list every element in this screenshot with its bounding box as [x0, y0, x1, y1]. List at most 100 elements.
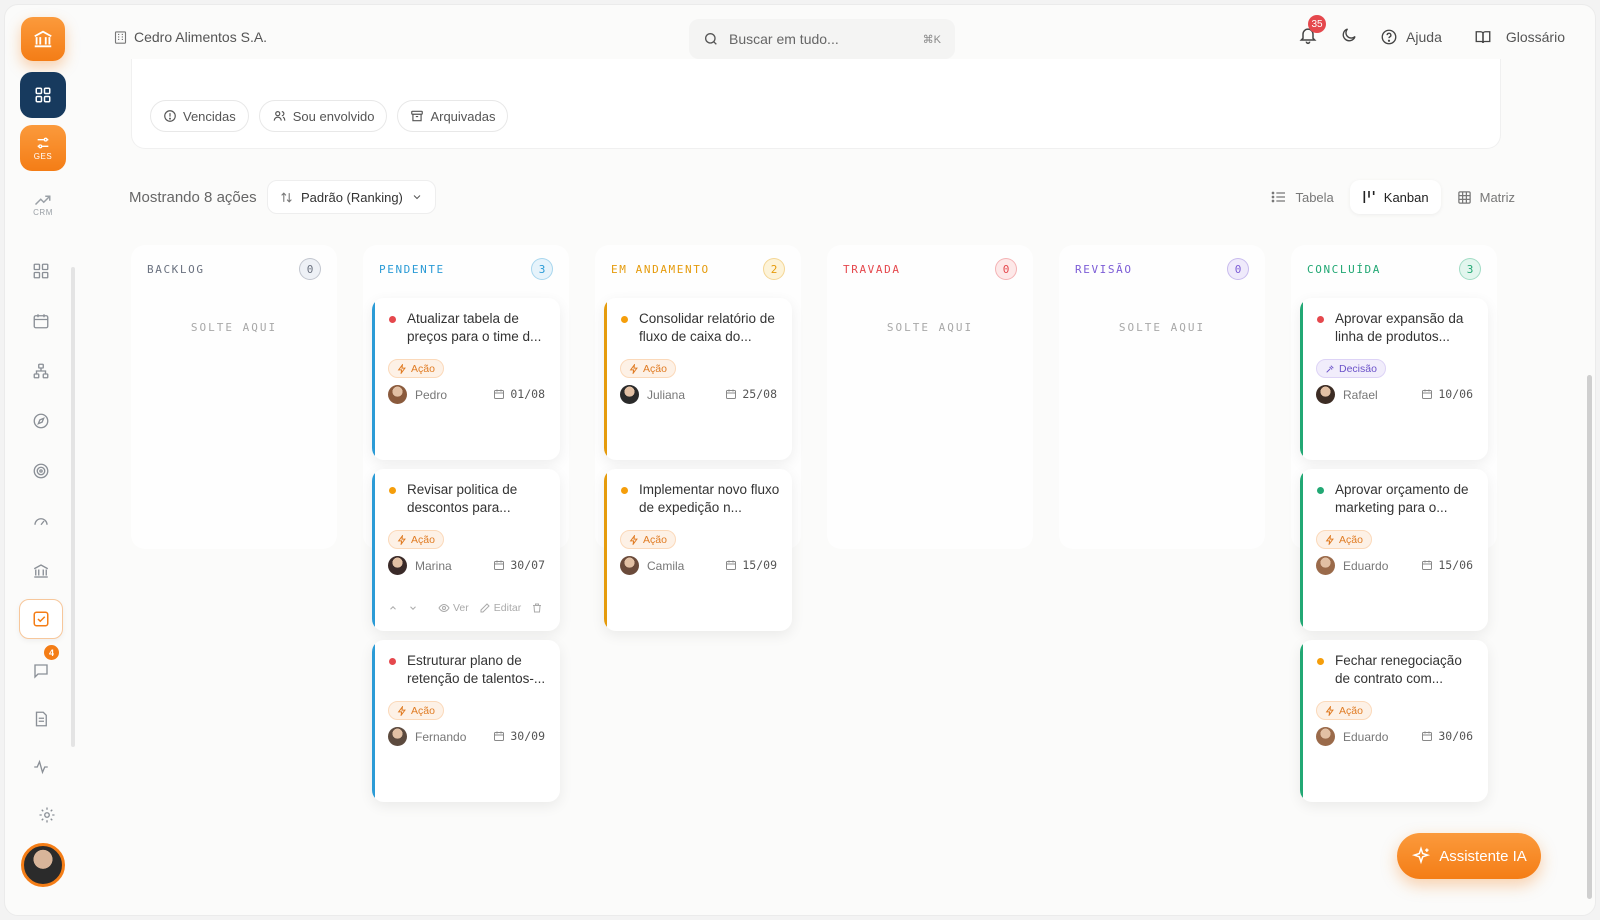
owner-name: Fernando [415, 729, 467, 744]
filter-chip-overdue[interactable]: Vencidas [150, 100, 249, 132]
card-title: Fechar renegociação de contrato com... [1335, 653, 1462, 686]
priority-dot [389, 658, 396, 665]
sidebar-item-indicators[interactable] [19, 501, 63, 541]
card-owner: Eduardo [1316, 727, 1388, 746]
move-up-button[interactable] [388, 603, 398, 613]
ges-module-button[interactable]: GES [20, 125, 66, 171]
owner-name: Juliana [647, 387, 686, 402]
view-table-button[interactable]: Tabela [1259, 180, 1345, 214]
help-link[interactable]: Ajuda [1380, 28, 1442, 46]
calendar-icon [1422, 731, 1433, 741]
theme-toggle[interactable] [1340, 26, 1358, 47]
filter-chip-archived[interactable]: Arquivadas [397, 100, 509, 132]
sidebar-item-calendar[interactable] [19, 301, 63, 341]
kanban-card[interactable]: Fechar renegociação de contrato com... Aç… [1300, 640, 1488, 802]
chevron-down-icon [413, 195, 421, 200]
sidebar-item-actions[interactable] [19, 599, 63, 639]
move-down-button[interactable] [408, 603, 418, 613]
column-count-badge: 3 [531, 258, 553, 280]
sparkles-icon [1412, 846, 1431, 865]
sidebar-item-documents[interactable] [19, 699, 63, 739]
owner-avatar [1316, 556, 1335, 575]
action-tag: Ação [1316, 701, 1372, 720]
page-scrollbar[interactable] [1587, 375, 1592, 899]
activity-icon [34, 759, 48, 775]
grid-icon [33, 263, 49, 279]
column-count-badge: 0 [995, 258, 1017, 280]
sidebar-item-compass[interactable] [19, 401, 63, 441]
matrix-grid-icon [1457, 190, 1471, 204]
lightning-icon [629, 363, 638, 374]
lightning-icon [397, 534, 406, 545]
drop-zone-label: SOLTE AQUI [190, 321, 278, 334]
column-title: PENDENTE [379, 262, 445, 276]
card-title: Aprovar expansão da linha de produtos... [1335, 311, 1464, 344]
kanban-card[interactable]: Consolidar relatório de fluxo de caixa d… [604, 298, 792, 460]
tag-label: Ação [643, 362, 667, 375]
status-stripe [372, 469, 375, 631]
due-date: 30/06 [1421, 729, 1473, 743]
sidebar-item-messages[interactable]: 4 [19, 645, 63, 691]
status-stripe [604, 469, 607, 631]
gauge-icon [34, 518, 48, 526]
sidebar-item-dashboard[interactable] [19, 251, 63, 291]
global-search[interactable]: Buscar em tudo... ⌘K [689, 19, 955, 59]
kanban-card[interactable]: Aprovar orçamento de marketing para o...… [1300, 469, 1488, 631]
kanban-card[interactable]: Estruturar plano de retenção de talentos… [372, 640, 560, 802]
sidebar: GES CRM 4 [5, 5, 81, 915]
card-title: Consolidar relatório de fluxo de caixa d… [639, 311, 775, 344]
bank-logo-icon[interactable] [21, 17, 65, 61]
delete-button[interactable] [531, 602, 543, 614]
view-button[interactable]: Ver [438, 602, 469, 614]
sidebar-item-goals[interactable] [19, 451, 63, 491]
apps-grid-button[interactable] [20, 72, 66, 118]
ai-assistant-button[interactable]: Assistente IA [1397, 833, 1541, 879]
kanban-card[interactable]: Aprovar expansão da linha de produtos...… [1300, 298, 1488, 460]
company-selector[interactable]: Cedro Alimentos S.A. [113, 29, 267, 45]
sidebar-item-settings[interactable] [25, 795, 69, 835]
kanban-card[interactable]: Implementar novo fluxo de expedição n...… [604, 469, 792, 631]
archive-icon [411, 110, 424, 122]
kanban-card[interactable]: Revisar politica de descontos para... Açã… [372, 469, 560, 631]
kanban-card[interactable]: Atualizar tabela de preços para o time d… [372, 298, 560, 460]
glossary-link[interactable]: Glossário [1474, 28, 1565, 46]
building-icon [114, 30, 127, 44]
crm-module-button[interactable]: CRM [20, 185, 66, 225]
sort-dropdown[interactable]: Padrão (Ranking) [267, 180, 436, 214]
user-avatar[interactable] [21, 843, 65, 887]
checkbox-icon [33, 611, 49, 627]
due-date: 15/09 [725, 558, 777, 572]
due-date-value: 01/08 [510, 387, 545, 401]
view-kanban-button[interactable]: Kanban [1349, 180, 1441, 214]
ges-label: GES [33, 152, 53, 161]
sidebar-item-activity[interactable] [19, 747, 63, 787]
count-suffix: ações [216, 189, 257, 206]
chip-label: Vencidas [183, 108, 236, 124]
count-value: 8 [204, 189, 213, 206]
card-owner: Rafael [1316, 385, 1378, 404]
sidebar-scrollbar[interactable] [71, 267, 75, 747]
compass-icon [33, 413, 49, 429]
notifications-button[interactable]: 35 [1298, 15, 1327, 48]
calendar-icon [726, 560, 737, 570]
crm-label: CRM [33, 208, 53, 217]
filter-panel: Vencidas Sou envolvido Arquivadas [131, 59, 1501, 149]
tag-label: Decisão [1339, 362, 1377, 375]
due-date-value: 10/06 [1438, 387, 1473, 401]
edit-button[interactable]: Editar [479, 602, 521, 614]
gavel-icon [1326, 364, 1334, 373]
view-label: Kanban [1383, 189, 1429, 205]
view-matrix-button[interactable]: Matriz [1445, 180, 1527, 214]
sidebar-item-finance[interactable] [19, 551, 63, 591]
lightning-icon [397, 705, 406, 716]
priority-dot [389, 487, 396, 494]
column-header: TRAVADA 0 [843, 258, 1017, 280]
search-shortcut: ⌘K [922, 33, 941, 46]
due-date: 10/06 [1421, 387, 1473, 401]
owner-avatar [620, 556, 639, 575]
lightning-icon [1325, 534, 1334, 545]
edit-label: Editar [493, 602, 522, 614]
list-icon [1272, 191, 1286, 203]
filter-chip-involved[interactable]: Sou envolvido [258, 100, 388, 132]
sidebar-item-org-chart[interactable] [19, 351, 63, 391]
